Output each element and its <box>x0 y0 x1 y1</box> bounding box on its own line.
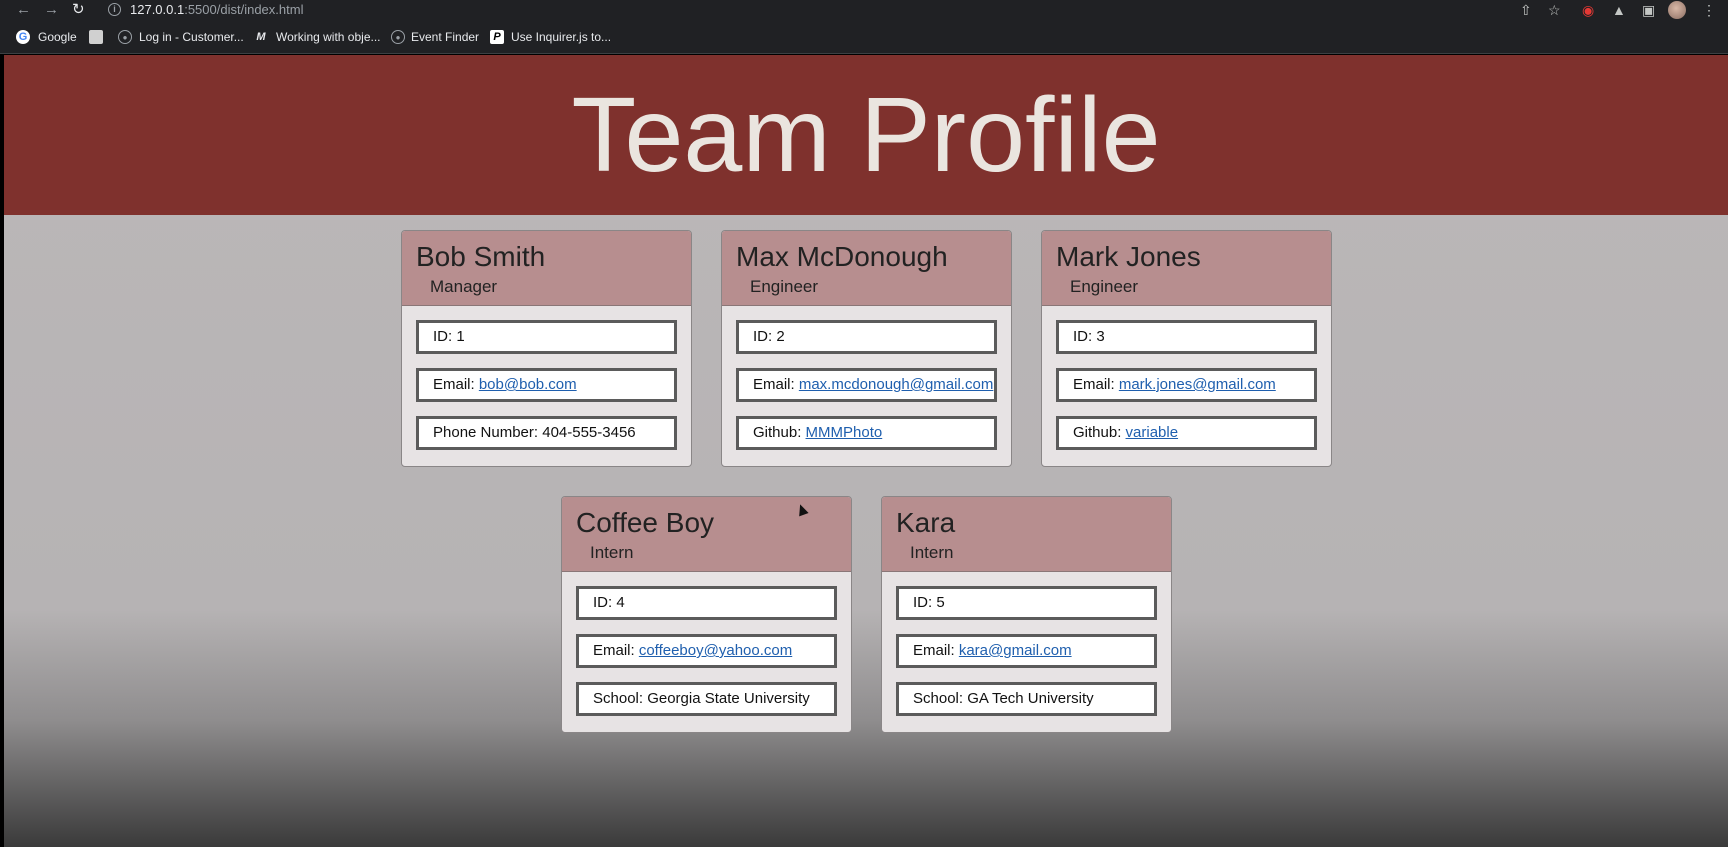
m-icon: M <box>256 31 266 43</box>
profile-avatar[interactable] <box>1668 1 1686 19</box>
url-path: :5500/dist/index.html <box>184 2 304 17</box>
employee-id: ID: 4 <box>576 586 837 620</box>
employee-role: Engineer <box>750 277 819 296</box>
employee-name: Mark Jones <box>1056 241 1201 272</box>
bookmark-star-icon[interactable]: ☆ <box>1548 1 1561 19</box>
email-label: Email: <box>433 376 479 393</box>
email-label: Email: <box>1073 376 1119 393</box>
forward-icon[interactable]: → <box>44 1 59 19</box>
card-header: Bob Smith Manager <box>402 231 691 306</box>
bookmark-working-with-objects[interactable]: Working with obje... <box>276 29 381 45</box>
employee-email: Email: coffeeboy@yahoo.com <box>576 634 837 668</box>
bookmarks-bar: G Google ● Log in - Customer... M Workin… <box>0 22 1728 54</box>
github-link[interactable]: MMMPhoto <box>806 424 883 441</box>
page-content: Team Profile Bob Smith Manager ID: 1 Ema… <box>4 55 1728 847</box>
employee-id: ID: 5 <box>896 586 1157 620</box>
email-link[interactable]: bob@bob.com <box>479 376 577 393</box>
email-link[interactable]: kara@gmail.com <box>959 642 1072 659</box>
bookmark-google[interactable]: Google <box>38 29 77 45</box>
employee-card: Mark Jones Engineer ID: 3 Email: mark.jo… <box>1041 230 1332 467</box>
card-header: Max McDonough Engineer <box>722 231 1011 306</box>
employee-id: ID: 3 <box>1056 320 1317 354</box>
share-icon[interactable]: ⇧ <box>1520 1 1532 19</box>
email-link[interactable]: mark.jones@gmail.com <box>1119 376 1276 393</box>
employee-role: Engineer <box>1070 277 1139 296</box>
employee-email: Email: mark.jones@gmail.com <box>1056 368 1317 402</box>
employee-email: Email: max.mcdonough@gmail.com <box>736 368 997 402</box>
page-title: Team Profile <box>571 76 1161 194</box>
email-link[interactable]: coffeeboy@yahoo.com <box>639 642 792 659</box>
employee-id: ID: 2 <box>736 320 997 354</box>
employee-card: Kara Intern ID: 5 Email: kara@gmail.com … <box>881 496 1172 733</box>
email-label: Email: <box>593 642 639 659</box>
employee-email: Email: kara@gmail.com <box>896 634 1157 668</box>
email-label: Email: <box>753 376 799 393</box>
employee-role: Intern <box>590 543 634 562</box>
employee-card: Bob Smith Manager ID: 1 Email: bob@bob.c… <box>401 230 692 467</box>
card-header: Coffee Boy Intern <box>562 497 851 572</box>
email-label: Email: <box>913 642 959 659</box>
site-info-icon[interactable]: i <box>108 3 121 16</box>
employee-card: Coffee Boy Intern ID: 4 Email: coffeeboy… <box>561 496 852 733</box>
github-label: Github: <box>1073 424 1126 441</box>
extensions-puzzle-icon[interactable]: ▲ <box>1612 1 1626 19</box>
employee-email: Email: bob@bob.com <box>416 368 677 402</box>
email-link[interactable]: max.mcdonough@gmail.com <box>799 376 993 393</box>
p-icon: P <box>490 30 504 44</box>
employee-id: ID: 1 <box>416 320 677 354</box>
employee-name: Bob Smith <box>416 241 546 272</box>
bookmark-login[interactable]: Log in - Customer... <box>139 29 244 45</box>
card-header: Kara Intern <box>882 497 1171 572</box>
employee-school: School: Georgia State University <box>576 682 837 716</box>
employee-github: Github: variable <box>1056 416 1317 450</box>
bookmark-page-icon[interactable] <box>89 30 103 44</box>
globe-icon: ● <box>118 30 132 44</box>
employee-school: School: GA Tech University <box>896 682 1157 716</box>
employee-role: Intern <box>910 543 954 562</box>
employee-card: Max McDonough Engineer ID: 2 Email: max.… <box>721 230 1012 467</box>
github-label: Github: <box>753 424 806 441</box>
reload-icon[interactable]: ↻ <box>72 1 85 19</box>
google-icon: G <box>16 30 30 44</box>
side-panel-icon[interactable]: ▣ <box>1642 1 1655 19</box>
browser-toolbar: ← → ↻ i 127.0.0.1:5500/dist/index.html ⇧… <box>0 0 1728 22</box>
employee-phone: Phone Number: 404-555-3456 <box>416 416 677 450</box>
github-link[interactable]: variable <box>1126 424 1179 441</box>
url-host: 127.0.0.1 <box>130 2 185 17</box>
header-banner: Team Profile <box>4 55 1728 215</box>
menu-icon[interactable]: ⋮ <box>1702 1 1716 19</box>
globe-icon: ● <box>391 30 405 44</box>
address-bar[interactable]: 127.0.0.1:5500/dist/index.html <box>130 2 303 18</box>
employee-name: Max McDonough <box>736 241 948 272</box>
back-icon[interactable]: ← <box>16 1 31 19</box>
extension-icon[interactable]: ◉ <box>1582 1 1594 19</box>
bookmark-event-finder[interactable]: Event Finder <box>411 29 479 45</box>
employee-github: Github: MMMPhoto <box>736 416 997 450</box>
employee-name: Coffee Boy <box>576 507 715 538</box>
employee-name: Kara <box>896 507 956 538</box>
card-header: Mark Jones Engineer <box>1042 231 1331 306</box>
bookmark-inquirer[interactable]: Use Inquirer.js to... <box>511 29 611 45</box>
employee-role: Manager <box>430 277 498 296</box>
